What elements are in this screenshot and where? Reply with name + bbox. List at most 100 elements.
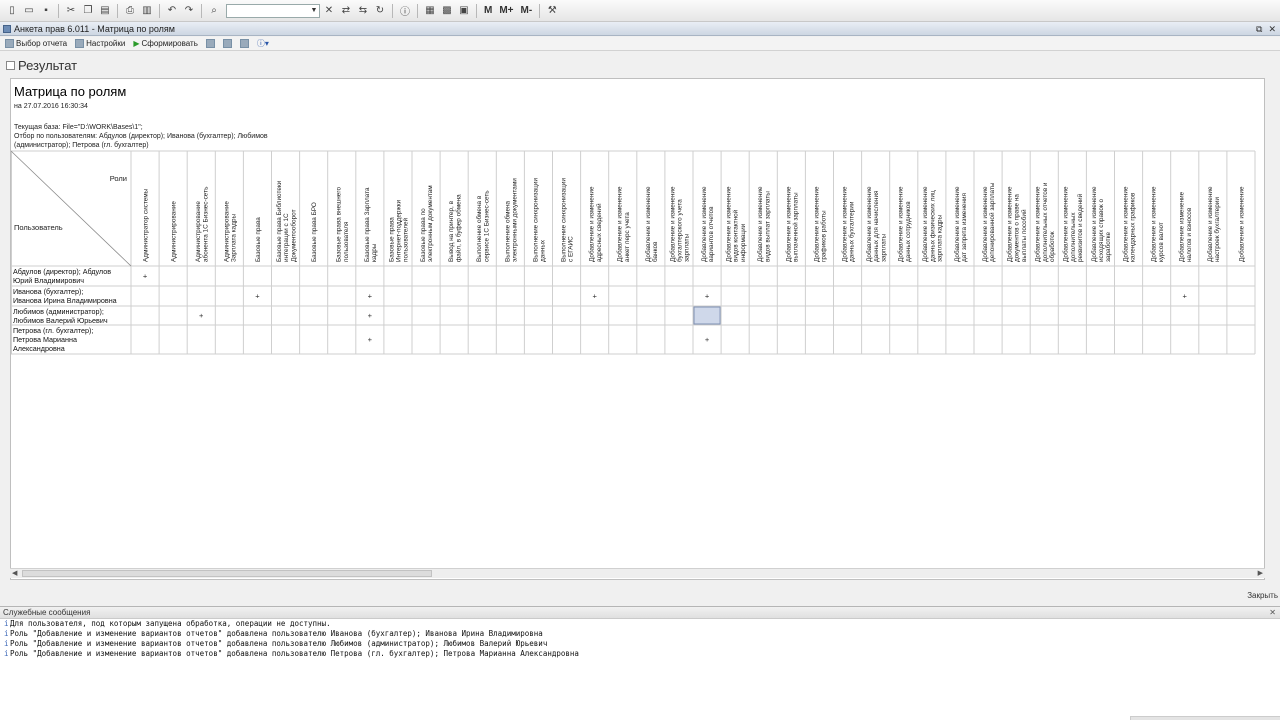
column-header: Добавление и изменение xyxy=(1005,186,1013,262)
column-header: настроек бухгалтерии xyxy=(1213,197,1221,262)
clipboard-icon[interactable]: ▣ xyxy=(456,3,472,19)
column-header: Интернет-поддержки xyxy=(395,199,402,262)
window-title: Анкета прав 6.011 - Матрица по ролям xyxy=(14,24,175,34)
generate-button[interactable]: ▶ Сформировать xyxy=(131,39,200,48)
role-mark: + xyxy=(705,292,710,301)
column-header: Базовые права по xyxy=(420,208,427,262)
column-header: Добавление и изменение xyxy=(784,186,792,262)
column-header: курсов валют xyxy=(1158,222,1165,262)
role-mark: + xyxy=(199,311,204,320)
refresh-icon[interactable]: ↻ xyxy=(372,3,388,19)
column-header: Базовые права Библиотеки xyxy=(275,180,283,262)
search-input[interactable]: ▼ xyxy=(226,3,320,18)
close-button[interactable]: Закрыть xyxy=(1247,591,1278,600)
play-icon: ▶ xyxy=(133,39,140,48)
scroll-right-icon[interactable]: ▶ xyxy=(1258,569,1263,577)
calendar-icon[interactable]: ▩ xyxy=(439,3,455,19)
chevron-down-icon[interactable]: ▼ xyxy=(309,5,319,17)
column-header: Добавление и изменение xyxy=(865,186,873,262)
command-bar: Выбор отчета Настройки ▶ Сформировать ⓘ▾ xyxy=(0,37,1280,51)
column-header: реквизитов и сведений xyxy=(1076,193,1084,262)
help-menu-button[interactable]: ⓘ▾ xyxy=(255,38,271,49)
open-icon[interactable]: ▭ xyxy=(21,3,37,19)
messages-header: Служебные сообщения ✕ xyxy=(0,607,1280,619)
cut-icon[interactable]: ✂ xyxy=(63,3,79,19)
report-icon xyxy=(5,39,14,48)
column-header: Администратор системы xyxy=(143,188,150,262)
column-header: Добавление и изменение xyxy=(840,186,848,262)
corner-user-label: Пользователь xyxy=(14,223,63,232)
column-header: Базовые права внешнего xyxy=(336,186,343,262)
scroll-left-icon[interactable]: ◀ xyxy=(12,569,17,577)
column-header: с ЕГАИС xyxy=(568,236,575,262)
generate-label: Сформировать xyxy=(141,39,198,48)
column-header: абонента 1С Бизнес-сеть xyxy=(201,186,209,262)
column-header: анкет перс учета xyxy=(624,212,631,262)
report-sheet: Матрица по ролям на 27.07.2016 16:30:34 … xyxy=(10,78,1265,580)
column-header: Добавление и изменение xyxy=(616,186,624,262)
help-icon[interactable]: ⓘ xyxy=(397,3,413,19)
restore-icon[interactable]: ⧉ xyxy=(1256,22,1262,36)
find-icon[interactable]: ⌕ xyxy=(206,3,222,19)
scrollbar-thumb[interactable] xyxy=(22,570,432,577)
redo-icon[interactable]: ↷ xyxy=(181,3,197,19)
role-mark: + xyxy=(368,311,373,320)
column-header: банков xyxy=(651,241,659,262)
column-header: выплаченной зарплаты xyxy=(791,192,799,262)
role-mark: + xyxy=(592,292,597,301)
column-header: Добавление и изменение xyxy=(953,186,961,262)
new-icon[interactable]: ▯ xyxy=(4,3,20,19)
column-header: дополнительных отчетов и xyxy=(1042,182,1049,262)
copy-icon[interactable]: ❐ xyxy=(80,3,96,19)
tools-icon[interactable]: ⚒ xyxy=(544,3,560,19)
save-report-button[interactable] xyxy=(204,39,217,48)
column-header: адресных сведений xyxy=(595,203,603,262)
close-icon[interactable]: ✕ xyxy=(1269,607,1276,619)
horizontal-scrollbar[interactable]: ◀ ▶ xyxy=(10,568,1265,578)
preview-icon[interactable]: ▥ xyxy=(139,3,155,19)
memory-button[interactable]: M xyxy=(481,5,495,16)
column-header: Добавление и изменение xyxy=(897,186,905,262)
column-header: депонированной зарплаты xyxy=(988,182,996,262)
column-header: данных для начисления xyxy=(873,190,880,262)
toolbar-divider xyxy=(159,3,160,18)
search-prev-icon[interactable]: ⇆ xyxy=(355,3,371,19)
toolbar-divider xyxy=(417,3,418,18)
print-report-button[interactable] xyxy=(238,39,251,48)
column-header: данных сотрудников xyxy=(905,201,912,262)
column-header: видов контактной xyxy=(732,209,740,262)
search-next-icon[interactable]: ⇄ xyxy=(338,3,354,19)
memory-add-button[interactable]: M+ xyxy=(496,5,516,16)
column-header: Добавление изменение xyxy=(1178,191,1186,262)
toolbar-divider xyxy=(539,3,541,18)
save-icon xyxy=(205,39,215,48)
column-header: информации xyxy=(740,223,747,262)
column-header: Выполнение обмена xyxy=(503,200,511,262)
panel-edge xyxy=(1130,716,1280,720)
clear-search-icon[interactable]: ✕ xyxy=(321,3,337,19)
role-mark: + xyxy=(368,292,373,301)
column-header: бухгалтерского учета xyxy=(675,199,683,262)
settings-button[interactable]: Настройки xyxy=(73,39,127,48)
calculator-icon[interactable]: ▦ xyxy=(422,3,438,19)
paste-icon[interactable]: ▤ xyxy=(97,3,113,19)
role-mark: + xyxy=(1183,292,1188,301)
column-header: налогов и взносов xyxy=(1186,207,1193,262)
message-text: Роль "Добавление и изменение вариантов о… xyxy=(10,629,543,638)
message-text: Роль "Добавление и изменение вариантов о… xyxy=(10,649,579,658)
copy-report-button[interactable] xyxy=(221,39,234,48)
corner-roles-label: Роли xyxy=(110,174,127,183)
close-icon[interactable]: ✕ xyxy=(1268,22,1276,36)
column-header: Администрирование xyxy=(195,201,202,262)
column-header: Добавление и изменение xyxy=(1237,186,1245,262)
column-header: Добавление и изменение xyxy=(1206,186,1214,262)
column-header: Добавление и изменение xyxy=(644,186,652,262)
message-text: Роль "Добавление и изменение вариантов о… xyxy=(10,639,548,648)
save-icon[interactable]: ▪ xyxy=(38,3,54,19)
column-header: данных бухгалтерии xyxy=(848,201,856,262)
undo-icon[interactable]: ↶ xyxy=(164,3,180,19)
memory-subtract-button[interactable]: M- xyxy=(518,5,536,16)
print-icon[interactable]: ⎙ xyxy=(122,3,138,19)
select-report-button[interactable]: Выбор отчета xyxy=(3,39,69,48)
collapse-icon[interactable] xyxy=(6,61,15,70)
